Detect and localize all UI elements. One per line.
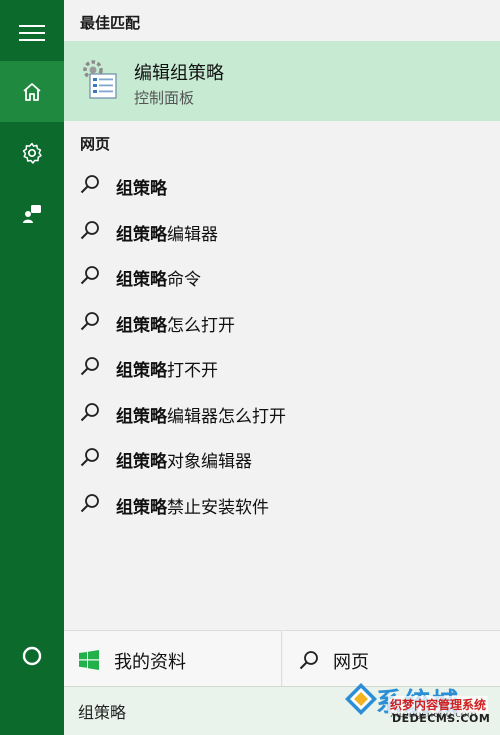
web-suggestion-text: 组策略打不开 <box>116 356 218 381</box>
search-icon <box>80 311 99 330</box>
best-match-item[interactable]: 编辑组策略 控制面板 <box>64 41 500 121</box>
best-match-heading: 最佳匹配 <box>80 14 141 32</box>
web-search-label: 网页 <box>333 652 369 673</box>
my-stuff-button[interactable]: 我的资料 <box>64 630 282 686</box>
search-results-panel: 最佳匹配 编辑组策略 控制面板 网页 组策略 组策略编辑器 组策略命令 组策略怎么打开… <box>64 0 500 735</box>
suggestion-bold-part: 组策略 <box>116 452 167 472</box>
cortana-circle-icon <box>22 646 42 665</box>
suggestion-rest-part: 对象编辑器 <box>167 452 252 472</box>
web-suggestion-text: 组策略编辑器怎么打开 <box>116 402 286 427</box>
suggestion-bold-part: 组策略 <box>116 315 167 336</box>
search-icon <box>80 357 99 376</box>
windows-logo-icon <box>79 650 99 670</box>
web-suggestion-item[interactable]: 组策略对象编辑器 <box>64 434 500 480</box>
web-suggestion-text: 组策略对象编辑器 <box>116 447 252 472</box>
suggestion-bold-part: 组策略 <box>116 497 167 518</box>
web-heading: 网页 <box>80 135 111 153</box>
suggestion-bold-part: 组策略 <box>116 361 167 381</box>
suggestion-rest-part: 禁止安装软件 <box>167 497 269 518</box>
search-input[interactable] <box>78 697 338 725</box>
group-policy-icon <box>80 57 120 105</box>
best-match-title: 编辑组策略 <box>134 63 224 84</box>
home-button[interactable] <box>0 61 64 122</box>
suggestion-bold-part: 组策略 <box>116 406 167 427</box>
suggestion-bold-part: 组策略 <box>116 224 167 245</box>
web-suggestion-text: 组策略 <box>116 174 167 199</box>
search-icon <box>80 220 99 239</box>
search-icon <box>80 266 99 285</box>
web-suggestion-text: 组策略禁止安装软件 <box>116 493 269 518</box>
suggestion-bold-part: 组策略 <box>116 270 167 290</box>
search-icon <box>80 175 99 194</box>
home-icon <box>23 82 41 101</box>
web-suggestion-text: 组策略编辑器 <box>116 220 218 245</box>
best-match-subtitle: 控制面板 <box>134 89 195 107</box>
suggestion-rest-part: 命令 <box>167 270 201 290</box>
cortana-button[interactable] <box>0 625 64 686</box>
feedback-icon <box>23 204 41 223</box>
search-icon <box>80 402 99 421</box>
watermark-url-text: DEDECMS.COM <box>392 712 491 725</box>
search-icon <box>299 651 318 670</box>
web-suggestion-item[interactable]: 组策略编辑器 <box>64 207 500 253</box>
suggestion-rest-part: 编辑器怎么打开 <box>167 406 286 427</box>
watermark-logo-icon <box>345 683 377 715</box>
watermark-overlay-text: 织梦内容管理系统 <box>388 696 489 713</box>
web-suggestion-item[interactable]: 组策略怎么打开 <box>64 298 500 344</box>
suggestion-bold-part: 组策略 <box>116 179 167 199</box>
feedback-button[interactable] <box>0 183 64 244</box>
gear-icon <box>22 142 42 164</box>
search-icon <box>80 493 99 512</box>
hamburger-menu-button[interactable] <box>0 2 64 63</box>
web-search-button[interactable]: 网页 <box>283 630 500 686</box>
suggestion-rest-part: 打不开 <box>167 361 218 381</box>
web-suggestion-item[interactable]: 组策略编辑器怎么打开 <box>64 389 500 435</box>
web-suggestion-text: 组策略命令 <box>116 265 201 290</box>
web-suggestion-item[interactable]: 组策略命令 <box>64 252 500 298</box>
web-suggestion-item[interactable]: 组策略 <box>64 161 500 207</box>
search-icon <box>80 448 99 467</box>
hamburger-icon <box>19 24 45 41</box>
web-suggestion-text: 组策略怎么打开 <box>116 311 235 336</box>
suggestion-rest-part: 编辑器 <box>167 224 218 245</box>
suggestion-rest-part: 怎么打开 <box>167 315 235 336</box>
web-suggestion-item[interactable]: 组策略禁止安装软件 <box>64 480 500 526</box>
my-stuff-label: 我的资料 <box>114 652 186 673</box>
left-rail <box>0 0 64 735</box>
web-suggestion-item[interactable]: 组策略打不开 <box>64 343 500 389</box>
settings-button[interactable] <box>0 122 64 183</box>
